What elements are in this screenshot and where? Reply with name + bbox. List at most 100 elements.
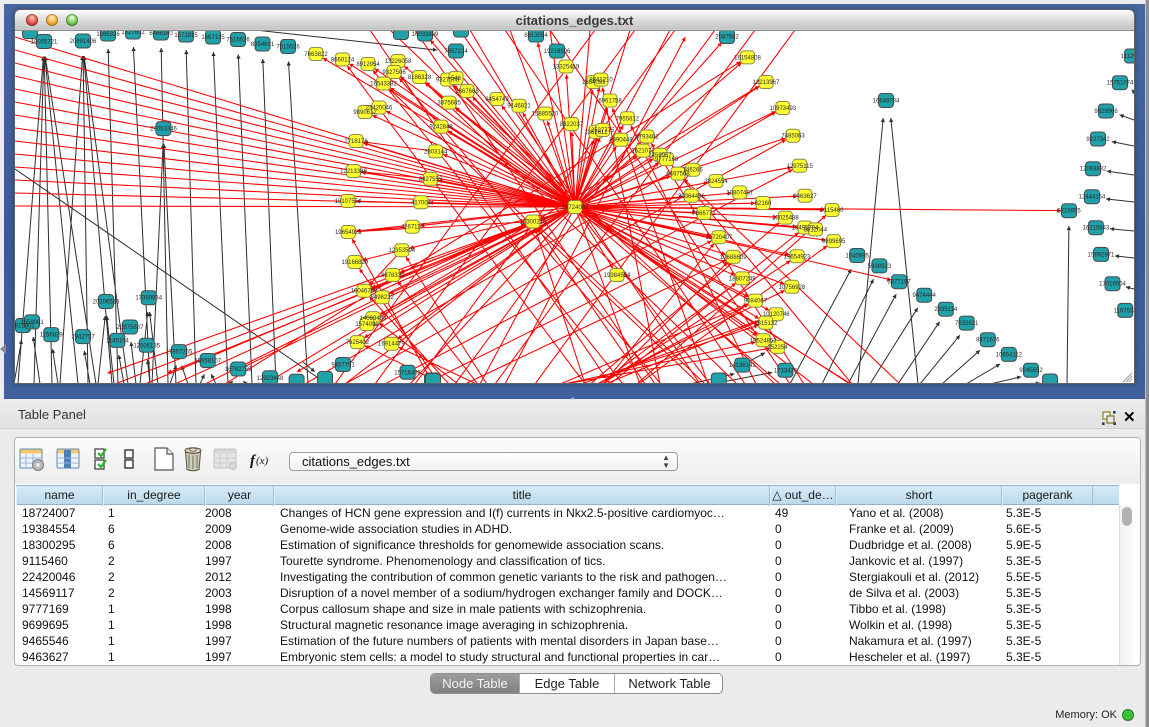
svg-text:18107554: 18107554: [335, 199, 362, 205]
svg-text:7515526: 7515526: [276, 45, 300, 51]
svg-text:7663822: 7663822: [304, 52, 328, 58]
svg-text:7515526: 7515526: [226, 38, 250, 44]
svg-text:2718176: 2718176: [344, 139, 368, 145]
svg-text:7866771: 7866771: [692, 211, 716, 217]
svg-text:2658061: 2658061: [20, 320, 44, 326]
svg-text:1071915: 1071915: [174, 33, 198, 39]
svg-text:13325419: 13325419: [553, 65, 580, 71]
svg-text:9146821: 9146821: [507, 104, 531, 110]
svg-text:3875685: 3875685: [437, 101, 461, 107]
svg-text:8186328: 8186328: [408, 75, 432, 81]
svg-text:1527602: 1527602: [121, 31, 145, 36]
svg-text:10025488: 10025488: [772, 216, 799, 222]
svg-text:14136141: 14136141: [729, 363, 756, 369]
svg-text:8990448: 8990448: [609, 138, 633, 144]
svg-text:20206516: 20206516: [93, 300, 120, 306]
svg-text:417004: 417004: [411, 200, 432, 206]
svg-text:16210643: 16210643: [1083, 226, 1110, 232]
svg-text:29053346: 29053346: [150, 127, 177, 133]
svg-text:1167533: 1167533: [1114, 308, 1134, 314]
svg-text:6466160: 6466160: [149, 31, 173, 37]
svg-text:9245652: 9245652: [1019, 368, 1043, 374]
svg-text:12093832: 12093832: [1080, 167, 1107, 173]
svg-text:1145194: 1145194: [106, 338, 130, 344]
svg-text:5938923: 5938923: [868, 264, 892, 270]
svg-text:1085326: 1085326: [96, 32, 120, 38]
svg-text:252254: 252254: [767, 345, 788, 351]
svg-text:8215955: 8215955: [1057, 209, 1081, 215]
svg-text:13226058: 13226058: [385, 59, 412, 65]
svg-text:1733426: 1733426: [774, 368, 798, 374]
svg-text:10654112: 10654112: [996, 352, 1023, 358]
svg-text:16046788: 16046788: [351, 289, 378, 295]
svg-text:16543382: 16543382: [370, 82, 397, 88]
svg-text:546: 546: [451, 76, 462, 82]
svg-text:7625402: 7625402: [346, 340, 370, 346]
svg-text:17957255: 17957255: [166, 350, 193, 356]
svg-text:2935114: 2935114: [934, 307, 958, 313]
svg-text:9890612: 9890612: [353, 110, 377, 116]
svg-text:9084067: 9084067: [744, 299, 768, 305]
svg-text:9115460: 9115460: [821, 208, 845, 214]
svg-text:10958107: 10958107: [194, 359, 221, 365]
svg-text:2942757: 2942757: [71, 335, 95, 341]
svg-text:7632621: 7632621: [955, 321, 979, 327]
svg-text:16782759: 16782759: [225, 367, 252, 373]
svg-text:2803144: 2803144: [424, 149, 448, 155]
svg-text:6961758: 6961758: [598, 99, 622, 105]
svg-text:15692971: 15692971: [1088, 252, 1115, 258]
svg-text:6877197: 6877197: [887, 280, 911, 286]
svg-text:12975115: 12975115: [787, 164, 814, 170]
svg-text:12505135: 12505135: [133, 343, 160, 349]
svg-text:19166829: 19166829: [341, 260, 368, 266]
svg-text:19654923: 19654923: [784, 254, 811, 260]
svg-text:9457791: 9457791: [331, 363, 355, 369]
svg-text:10688609: 10688609: [720, 255, 747, 261]
svg-text:6793402: 6793402: [635, 135, 659, 141]
svg-text:17359934: 17359934: [135, 296, 162, 302]
svg-text:6497568: 6497568: [666, 172, 690, 178]
svg-text:10756928: 10756928: [779, 285, 806, 291]
svg-text:7485063: 7485063: [781, 134, 805, 140]
svg-text:2087682: 2087682: [715, 35, 739, 41]
svg-text:1112576: 1112576: [1121, 54, 1134, 60]
svg-text:19055721: 19055721: [31, 40, 58, 46]
svg-text:62160: 62160: [755, 201, 772, 207]
svg-text:12213389: 12213389: [340, 169, 367, 175]
svg-text:19384554: 19384554: [604, 273, 631, 279]
svg-text:9474444: 9474444: [913, 293, 937, 299]
svg-text:23975887: 23975887: [117, 325, 144, 331]
svg-text:2367608: 2367608: [455, 89, 479, 95]
svg-text:1667135: 1667135: [201, 35, 225, 41]
svg-text:10807487: 10807487: [726, 190, 753, 196]
svg-text:8471676: 8471676: [976, 338, 1000, 344]
svg-text:12923448: 12923448: [257, 376, 284, 382]
svg-text:20691406: 20691406: [70, 39, 97, 45]
svg-text:16033809: 16033809: [412, 32, 439, 38]
svg-text:9227342: 9227342: [1086, 137, 1110, 143]
svg-text:8812044: 8812044: [804, 227, 828, 233]
svg-text:8912954: 8912954: [356, 62, 380, 68]
svg-text:12353594: 12353594: [388, 248, 415, 254]
svg-text:3824554: 3824554: [704, 179, 728, 185]
svg-text:8660124: 8660124: [331, 58, 355, 64]
svg-text:12213967: 12213967: [753, 80, 780, 86]
svg-text:8454749: 8454749: [485, 97, 509, 103]
svg-text:7955812: 7955812: [616, 116, 640, 122]
svg-text:(x): (x): [256, 455, 269, 467]
svg-text:9329966: 9329966: [1094, 109, 1118, 115]
svg-text:8498222: 8498222: [371, 295, 395, 301]
svg-text:8954601: 8954601: [251, 42, 275, 48]
svg-text:15716485: 15716485: [394, 370, 421, 376]
svg-text:8427552: 8427552: [419, 177, 443, 183]
svg-text:9327506: 9327506: [382, 70, 406, 76]
svg-text:8878332: 8878332: [381, 273, 405, 279]
svg-text:10120746: 10120746: [763, 312, 790, 318]
svg-text:9777169: 9777169: [655, 157, 679, 163]
svg-text:19218506: 19218506: [544, 49, 571, 55]
svg-text:1574099: 1574099: [355, 322, 379, 328]
svg-text:8322037: 8322037: [560, 122, 584, 128]
svg-text:18807249: 18807249: [729, 276, 756, 282]
svg-text:20364436: 20364436: [678, 194, 705, 200]
svg-text:16648784: 16648784: [873, 99, 900, 105]
